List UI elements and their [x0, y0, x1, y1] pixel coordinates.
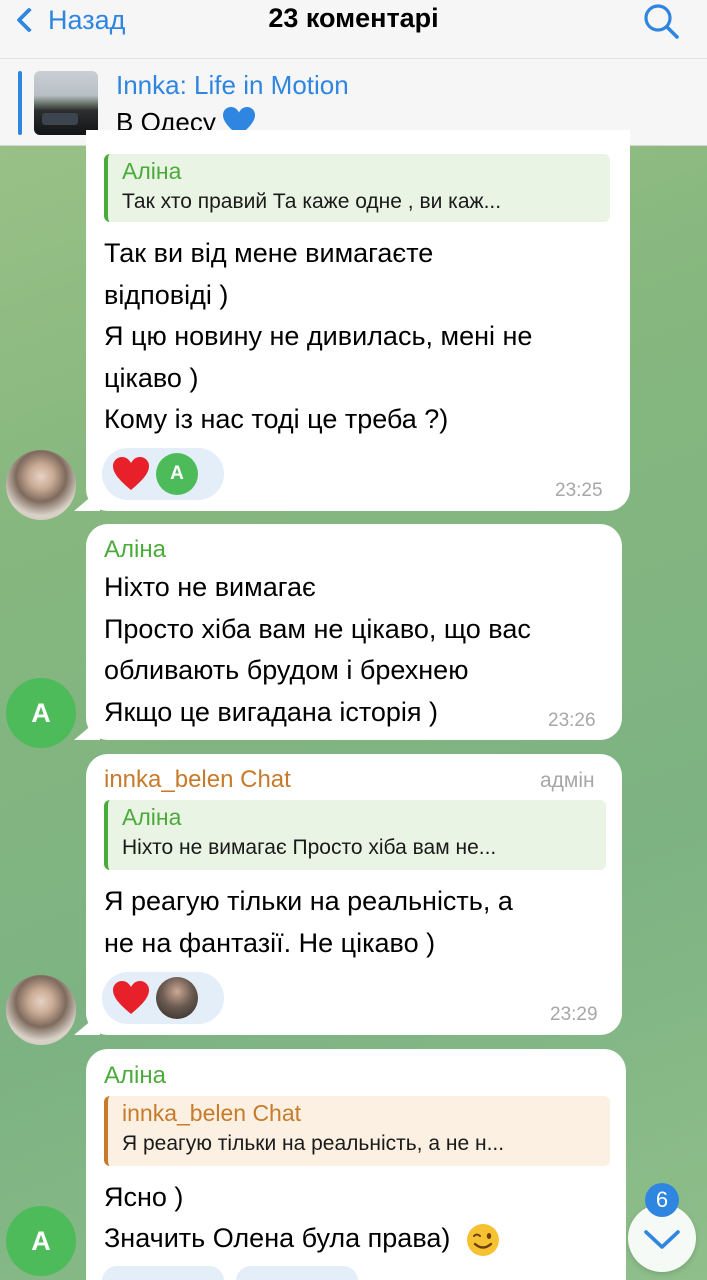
message-text-line: Якщо це вигадана історія ) — [104, 697, 439, 727]
message-time: 23:26 — [548, 710, 596, 731]
search-icon — [644, 4, 679, 39]
admin-avatar[interactable] — [6, 450, 76, 520]
message-sender[interactable]: Аліна — [104, 1062, 166, 1090]
message-text-line: Так ви від мене вимагаєте — [104, 238, 434, 268]
reply-quote[interactable]: Аліна Так хто правий Та каже одне , ви к… — [104, 154, 610, 222]
red-heart-icon — [113, 457, 149, 490]
message-text-line: Значить Олена була права) — [104, 1223, 500, 1257]
message-text-line: Кому із нас тоді це треба ?) — [104, 404, 449, 434]
pinned-accent-bar — [18, 71, 22, 135]
pinned-thumbnail — [34, 71, 98, 135]
quote-text: Я реагую тільки на реальність, а не н... — [122, 1132, 505, 1155]
admin-label: адмін — [540, 769, 595, 792]
message-text-line: не на фантазії. Не цікаво ) — [104, 928, 436, 958]
search-button[interactable] — [641, 2, 681, 42]
reply-quote[interactable]: innka_belen Chat Я реагую тільки на реал… — [104, 1096, 610, 1166]
reactions-pill[interactable] — [236, 1266, 358, 1280]
message-text-line: цікаво ) — [104, 363, 199, 393]
quote-sender: Аліна — [122, 804, 182, 830]
quote-sender: Аліна — [122, 158, 182, 184]
page-title: 23 коментарі — [268, 3, 439, 33]
message-time: 23:25 — [555, 480, 603, 501]
reactions-pill[interactable] — [102, 972, 224, 1024]
message-sender[interactable]: innka_belen Chat — [104, 766, 291, 794]
message-text-line: Я цю новину не дивилась, мені не — [104, 321, 533, 351]
quote-text: Так хто правий Та каже одне , ви каж... — [122, 190, 502, 213]
user-avatar[interactable]: A — [6, 1206, 76, 1276]
message-text-line: обливають брудом і брехнею — [104, 655, 469, 685]
quote-sender: innka_belen Chat — [122, 1100, 302, 1126]
user-avatar[interactable]: A — [6, 678, 76, 748]
message-text-line: Ясно ) — [104, 1182, 184, 1212]
message-text-line: Просто хіба вам не цікаво, що вас — [104, 614, 531, 644]
reactions-pill[interactable] — [102, 1266, 224, 1280]
message-text-line: Я реагую тільки на реальність, а — [104, 886, 513, 916]
quote-text: Ніхто не вимагає Просто хіба вам не... — [122, 836, 497, 859]
reaction-user-avatar — [156, 977, 198, 1019]
message-sender[interactable]: Аліна — [104, 536, 166, 564]
winking-face-icon — [466, 1224, 499, 1256]
message-text-line: відповіді ) — [104, 280, 229, 310]
admin-avatar[interactable] — [6, 975, 76, 1045]
message-time: 23:29 — [550, 1004, 598, 1025]
reaction-user-avatar: А — [156, 453, 198, 495]
message-text-line-content: Значить Олена була права) — [104, 1223, 451, 1254]
reply-quote[interactable]: Аліна Ніхто не вимагає Просто хіба вам н… — [104, 800, 606, 870]
reactions-pill[interactable]: А — [102, 448, 224, 500]
pinned-title: Innka: Life in Motion — [116, 70, 349, 100]
message-text-line: Ніхто не вимагає — [104, 572, 316, 602]
unread-count-badge: 6 — [645, 1183, 679, 1217]
navigation-bar: Назад 23 коментарі — [0, 0, 707, 58]
red-heart-icon — [113, 981, 149, 1014]
